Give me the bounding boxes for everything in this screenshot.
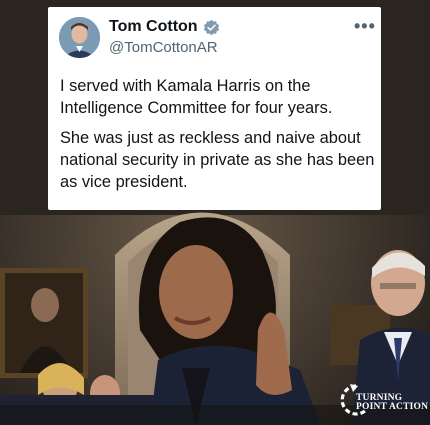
avatar[interactable] <box>59 17 100 58</box>
brand-line-2: POINT ACTION <box>356 402 429 412</box>
tweet-body: I served with Kamala Harris on the Intel… <box>60 75 378 201</box>
author-handle[interactable]: @TomCottonAR <box>109 39 218 56</box>
tweet-paragraph: She was just as reckless and naive about… <box>60 129 375 191</box>
brand-logo-text: TURNING POINT ACTION <box>356 393 429 412</box>
more-options-icon[interactable]: ••• <box>354 17 376 35</box>
verified-badge-icon <box>203 19 220 36</box>
tweet-card[interactable]: Tom Cotton @TomCottonAR ••• I served wit… <box>48 7 381 210</box>
tweet-paragraph: I served with Kamala Harris on the Intel… <box>60 77 333 117</box>
author-name[interactable]: Tom Cotton <box>109 18 198 36</box>
